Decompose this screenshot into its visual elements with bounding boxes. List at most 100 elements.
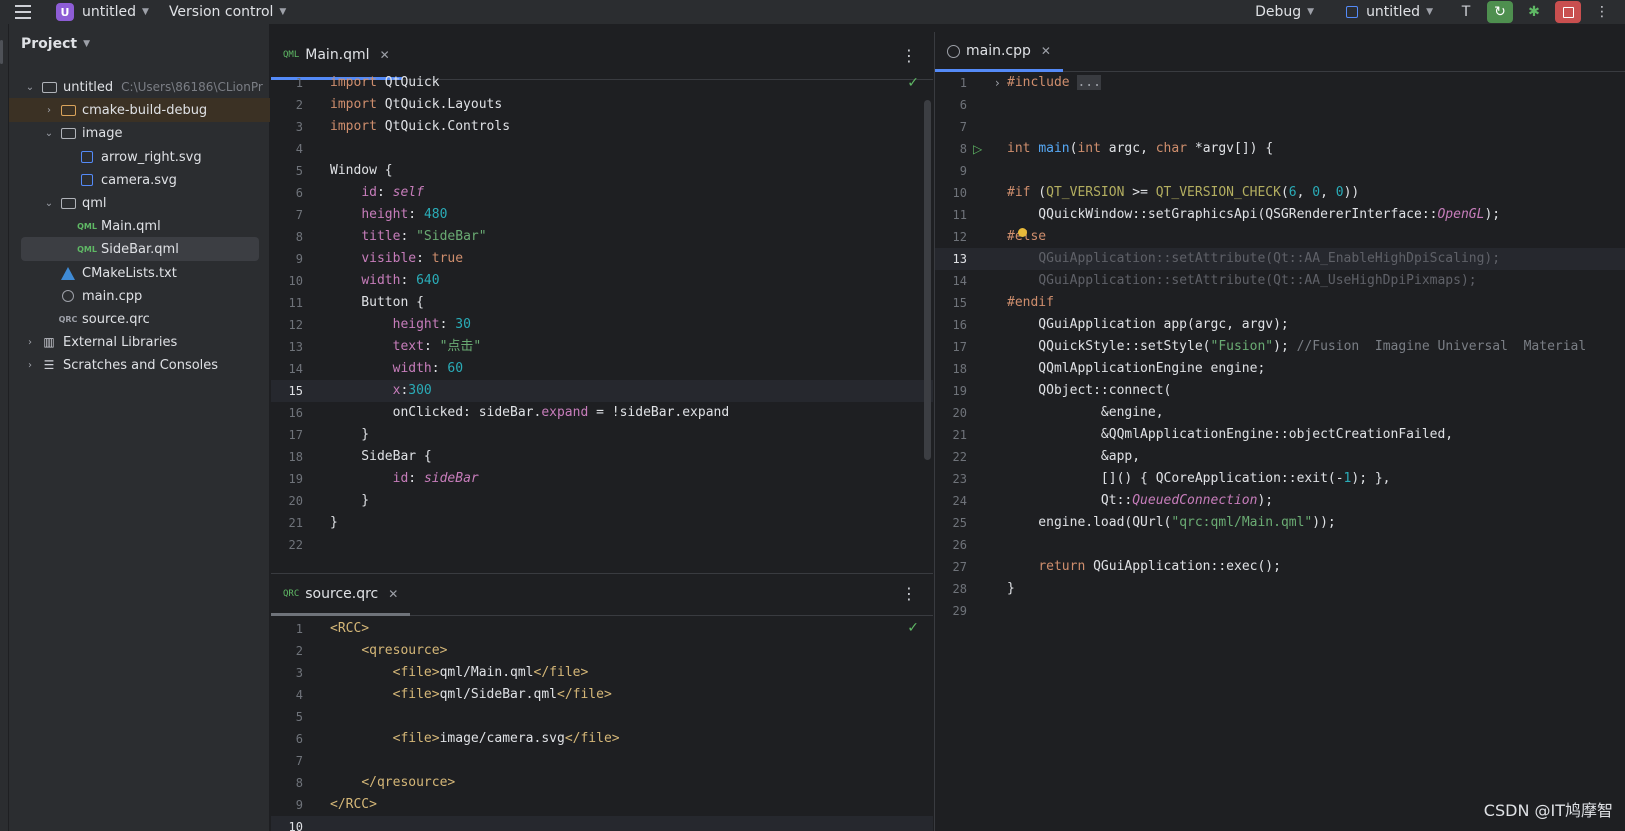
code-line[interactable]: 15 x:300	[271, 380, 933, 402]
code-line[interactable]: 7	[935, 116, 1625, 138]
close-icon[interactable]: ✕	[388, 587, 398, 601]
code-line[interactable]: 3 <file>qml/Main.qml</file>	[271, 662, 933, 684]
code-line[interactable]: 10 #if (QT_VERSION >= QT_VERSION_CHECK(6,…	[935, 182, 1625, 204]
code-line[interactable]: 29	[935, 600, 1625, 622]
tree-item[interactable]: › ☰ Scratches and Consoles	[9, 353, 270, 377]
code-line[interactable]: 18 SideBar {	[271, 446, 933, 468]
code-line[interactable]: 10	[271, 816, 933, 831]
code-line[interactable]: 6 <file>image/camera.svg</file>	[271, 728, 933, 750]
tree-item[interactable]: QML SideBar.qml	[21, 237, 259, 261]
code-line[interactable]: 10 width: 640	[271, 270, 933, 292]
code-line[interactable]: 8 title: "SideBar"	[271, 226, 933, 248]
code-line[interactable]: 11 QQuickWindow::setGraphicsApi(QSGRende…	[935, 204, 1625, 226]
code-line[interactable]: 2 <qresource>	[271, 640, 933, 662]
build-hammer-button[interactable]: T	[1453, 1, 1479, 23]
code-line[interactable]: 1 #include ...	[935, 72, 1625, 94]
code-line[interactable]: 7 height: 480	[271, 204, 933, 226]
stop-button[interactable]	[1555, 1, 1581, 23]
code-line[interactable]: 5 Window {	[271, 160, 933, 182]
code-line[interactable]: 11 Button {	[271, 292, 933, 314]
project-switcher[interactable]: U untitled ▼	[56, 0, 149, 24]
code-line[interactable]: 27 return QGuiApplication::exec();	[935, 556, 1625, 578]
code-line[interactable]: 19 id: sideBar	[271, 468, 933, 490]
code-line[interactable]: 13 QGuiApplication::setAttribute(Qt::AA_…	[935, 248, 1625, 270]
rerun-button[interactable]: ↻	[1487, 1, 1513, 23]
code-line[interactable]: 20 }	[271, 490, 933, 512]
code-line[interactable]: 16 QGuiApplication app(argc, argv);	[935, 314, 1625, 336]
version-control-menu[interactable]: Version control ▼	[169, 0, 286, 24]
intention-bulb-icon[interactable]	[1018, 228, 1027, 237]
code-area[interactable]: 1 import QtQuick 2 import QtQuick.Layouts 3 i…	[271, 72, 933, 570]
code-line[interactable]: 6 id: self	[271, 182, 933, 204]
code-line[interactable]: 3 import QtQuick.Controls	[271, 116, 933, 138]
code-line[interactable]: 9	[935, 160, 1625, 182]
chevron-down-icon[interactable]: ⌄	[42, 128, 56, 139]
code-line[interactable]: 16 onClicked: sideBar.expand = !sideBar.…	[271, 402, 933, 424]
build-config-selector[interactable]: Debug ▼	[1255, 0, 1314, 24]
code-line[interactable]: 18 QQmlApplicationEngine engine;	[935, 358, 1625, 380]
code-line[interactable]: 4 <file>qml/SideBar.qml</file>	[271, 684, 933, 706]
code-line[interactable]: 8 int main(int argc, char *argv[]) {	[935, 138, 1625, 160]
close-icon[interactable]: ✕	[380, 48, 390, 62]
tree-item[interactable]: arrow_right.svg	[9, 145, 270, 169]
code-line[interactable]: 6	[935, 94, 1625, 116]
tree-item[interactable]: ⌄ qml	[9, 191, 270, 215]
tree-item[interactable]: ⌄ image	[9, 121, 270, 145]
code-line[interactable]: 25 engine.load(QUrl("qrc:qml/Main.qml"))…	[935, 512, 1625, 534]
chevron-right-icon[interactable]: ›	[23, 337, 37, 348]
code-line[interactable]: 4	[271, 138, 933, 160]
code-line[interactable]: 24 Qt::QueuedConnection);	[935, 490, 1625, 512]
tree-item[interactable]: camera.svg	[9, 168, 270, 192]
more-vertical-icon[interactable]: ⋮	[901, 584, 917, 603]
project-tool-indicator[interactable]	[0, 40, 3, 64]
code-line[interactable]: 19 QObject::connect(	[935, 380, 1625, 402]
editor-scrollbar[interactable]	[924, 100, 931, 460]
tree-item[interactable]: QRC source.qrc	[9, 307, 270, 331]
close-icon[interactable]: ✕	[1041, 44, 1051, 58]
chevron-right-icon[interactable]: ›	[42, 105, 56, 116]
code-line[interactable]: 15 #endif	[935, 292, 1625, 314]
code-line[interactable]: 8 </qresource>	[271, 772, 933, 794]
main-menu-button[interactable]	[0, 0, 46, 24]
fold-expand-icon[interactable]: ›	[995, 72, 1000, 94]
code-line[interactable]: 9 </RCC>	[271, 794, 933, 816]
code-line[interactable]: 17 }	[271, 424, 933, 446]
code-line[interactable]: 22 &app,	[935, 446, 1625, 468]
code-line[interactable]: 12 #else	[935, 226, 1625, 248]
code-line[interactable]: 12 height: 30	[271, 314, 933, 336]
code-line[interactable]: 23 []() { QCoreApplication::exit(-1); },	[935, 468, 1625, 490]
chevron-down-icon[interactable]: ⌄	[23, 82, 37, 93]
tab-main-cpp[interactable]: main.cpp ✕	[935, 32, 1063, 72]
chevron-down-icon[interactable]: ⌄	[42, 198, 56, 209]
code-line[interactable]: 9 visible: true	[271, 248, 933, 270]
tab-source-qrc[interactable]: QRC source.qrc ✕	[271, 574, 411, 616]
tree-item[interactable]: › cmake-build-debug	[9, 98, 270, 122]
code-line[interactable]: 14 width: 60	[271, 358, 933, 380]
code-area[interactable]: 1 #include ... 6 7 8 int main(int argc, char …	[935, 72, 1625, 831]
run-gutter-icon[interactable]: ▷	[973, 138, 982, 160]
code-line[interactable]: 7	[271, 750, 933, 772]
code-line[interactable]: 21 &QQmlApplicationEngine::objectCreatio…	[935, 424, 1625, 446]
code-line[interactable]: 17 QQuickStyle::setStyle("Fusion"); //Fu…	[935, 336, 1625, 358]
code-line[interactable]: 28}	[935, 578, 1625, 600]
code-line[interactable]: 21}	[271, 512, 933, 534]
code-line[interactable]: 2 import QtQuick.Layouts	[271, 94, 933, 116]
chevron-right-icon[interactable]: ›	[23, 360, 37, 371]
code-line[interactable]: 26	[935, 534, 1625, 556]
code-line[interactable]: 14 QGuiApplication::setAttribute(Qt::AA_…	[935, 270, 1625, 292]
tree-item[interactable]: ⌄ untitled C:\Users\86186\CLionPr	[9, 75, 270, 99]
code-area[interactable]: 1 <RCC> 2 <qresource> 3 <file>qml/Main.qml<…	[271, 618, 933, 831]
more-vertical-icon[interactable]: ⋮	[901, 46, 917, 65]
code-line[interactable]: 22	[271, 534, 933, 556]
tree-item[interactable]: › ▥ External Libraries	[9, 330, 270, 354]
code-line[interactable]: 1 <RCC>	[271, 618, 933, 640]
code-line[interactable]: 1 import QtQuick	[271, 72, 933, 94]
project-panel-header[interactable]: Project ▼	[9, 24, 269, 64]
code-line[interactable]: 20 &engine,	[935, 402, 1625, 424]
debug-button[interactable]: ✱	[1521, 1, 1547, 23]
tree-item[interactable]: QML Main.qml	[9, 214, 270, 238]
run-target-selector[interactable]: untitled ▼	[1346, 0, 1433, 24]
code-line[interactable]: 5	[271, 706, 933, 728]
more-actions-button[interactable]: ⋮	[1589, 1, 1615, 23]
tree-item[interactable]: CMakeLists.txt	[9, 261, 270, 285]
